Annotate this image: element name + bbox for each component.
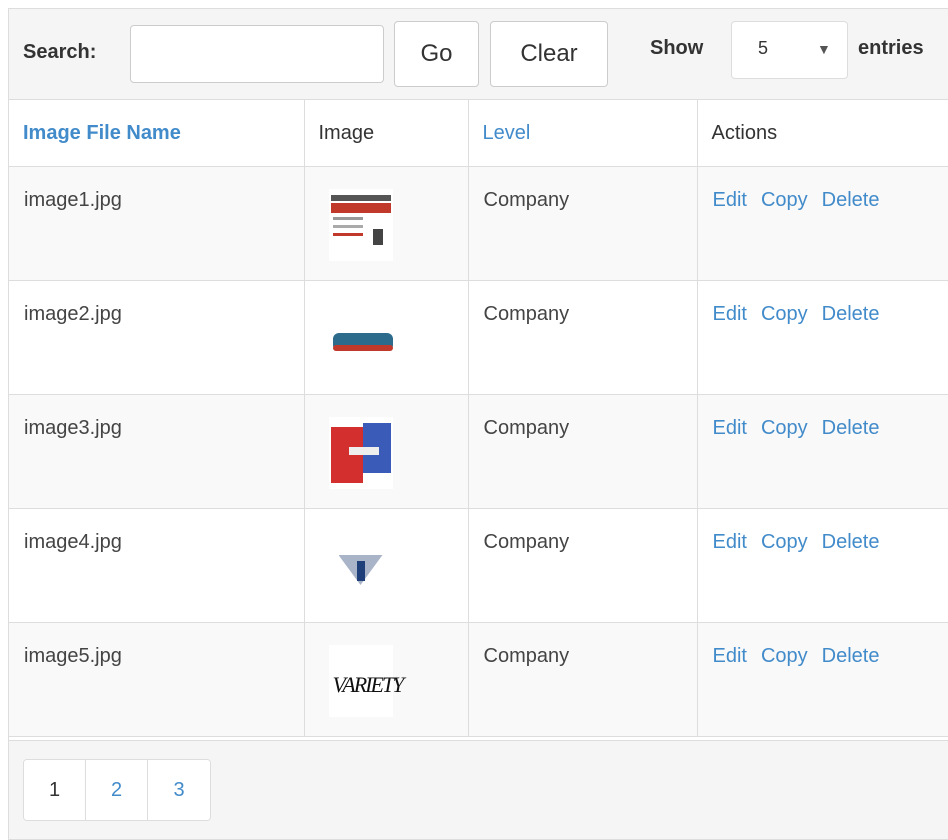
search-label: Search: <box>23 41 97 63</box>
copy-link[interactable]: Copy <box>761 417 808 439</box>
level-value: Company <box>483 303 570 325</box>
image-cell <box>304 394 469 509</box>
level-value: Company <box>483 189 570 211</box>
image-cell <box>304 280 469 395</box>
edit-link[interactable]: Edit <box>713 417 747 439</box>
edit-link[interactable]: Edit <box>713 189 747 211</box>
images-table: Image File Name Image Level Actions imag… <box>9 100 948 737</box>
go-button[interactable]: Go <box>394 21 479 87</box>
file-name: image5.jpg <box>24 645 122 667</box>
file-name-cell: image1.jpg <box>9 166 305 281</box>
entries-label: entries <box>858 37 924 59</box>
file-name-cell: image4.jpg <box>9 508 305 623</box>
webpage-screenshot-thumbnail[interactable] <box>328 189 393 261</box>
actions-cell: Edit Copy Delete <box>697 508 948 623</box>
file-name-cell: image2.jpg <box>9 280 305 395</box>
edit-link[interactable]: Edit <box>713 303 747 325</box>
level-cell: Company <box>468 394 698 509</box>
page-3-button[interactable]: 3 <box>148 760 210 820</box>
variety-logo-thumbnail[interactable]: VARIETY <box>328 645 404 717</box>
pagination: 1 2 3 <box>23 759 211 821</box>
table-row: image3.jpg Company Edit Copy Delete <box>9 394 948 509</box>
actions-cell: Edit Copy Delete <box>697 394 948 509</box>
delete-link[interactable]: Delete <box>822 303 880 325</box>
script-logo-thumbnail[interactable] <box>328 303 393 375</box>
caret-down-icon: ▼ <box>817 41 831 57</box>
table-toolbar: Search: Go Clear Show 5 ▼ entries <box>9 9 948 100</box>
file-name-cell: image3.jpg <box>9 394 305 509</box>
table-row: image5.jpg VARIETY Company Edit Copy Delet… <box>9 622 948 737</box>
column-header-file-name[interactable]: Image File Name <box>9 100 305 167</box>
image-cell <box>304 166 469 281</box>
actions-cell: Edit Copy Delete <box>697 166 948 281</box>
red-blue-logo-thumbnail[interactable] <box>328 417 393 489</box>
delete-link[interactable]: Delete <box>822 531 880 553</box>
edit-link[interactable]: Edit <box>713 645 747 667</box>
table-header-row: Image File Name Image Level Actions <box>9 100 948 167</box>
table-row: image4.jpg Company Edit Copy Delete <box>9 508 948 623</box>
copy-link[interactable]: Copy <box>761 189 808 211</box>
table-row: image1.jpg Company Edit Copy Delete <box>9 166 948 281</box>
level-value: Company <box>483 417 570 439</box>
actions-cell: Edit Copy Delete <box>697 622 948 737</box>
level-cell: Company <box>468 622 698 737</box>
level-cell: Company <box>468 166 698 281</box>
file-name: image2.jpg <box>24 303 122 325</box>
show-label: Show <box>650 37 704 59</box>
image-cell: VARIETY <box>304 622 469 737</box>
copy-link[interactable]: Copy <box>761 303 808 325</box>
delete-link[interactable]: Delete <box>822 645 880 667</box>
page-1-button[interactable]: 1 <box>24 760 86 820</box>
edit-link[interactable]: Edit <box>713 531 747 553</box>
image-cell <box>304 508 469 623</box>
search-input[interactable] <box>130 25 384 83</box>
level-cell: Company <box>468 508 698 623</box>
column-header-level[interactable]: Level <box>468 100 698 167</box>
file-name-cell: image5.jpg <box>9 622 305 737</box>
copy-link[interactable]: Copy <box>761 645 808 667</box>
delete-link[interactable]: Delete <box>822 189 880 211</box>
image-list-panel: Search: Go Clear Show 5 ▼ entries Image … <box>8 8 948 840</box>
page-2-button[interactable]: 2 <box>86 760 148 820</box>
shield-logo-thumbnail[interactable] <box>328 531 393 603</box>
level-value: Company <box>483 531 570 553</box>
copy-link[interactable]: Copy <box>761 531 808 553</box>
clear-button[interactable]: Clear <box>490 21 608 87</box>
file-name: image3.jpg <box>24 417 122 439</box>
level-cell: Company <box>468 280 698 395</box>
file-name: image4.jpg <box>24 531 122 553</box>
file-name: image1.jpg <box>24 189 122 211</box>
pagination-bar: 1 2 3 <box>9 740 948 839</box>
level-value: Company <box>483 645 570 667</box>
column-header-image: Image <box>304 100 469 167</box>
page-size-select[interactable]: 5 ▼ <box>731 21 848 79</box>
actions-cell: Edit Copy Delete <box>697 280 948 395</box>
table-row: image2.jpg Company Edit Copy Delete <box>9 280 948 395</box>
page-size-value: 5 <box>758 38 769 58</box>
column-header-actions: Actions <box>697 100 948 167</box>
delete-link[interactable]: Delete <box>822 417 880 439</box>
